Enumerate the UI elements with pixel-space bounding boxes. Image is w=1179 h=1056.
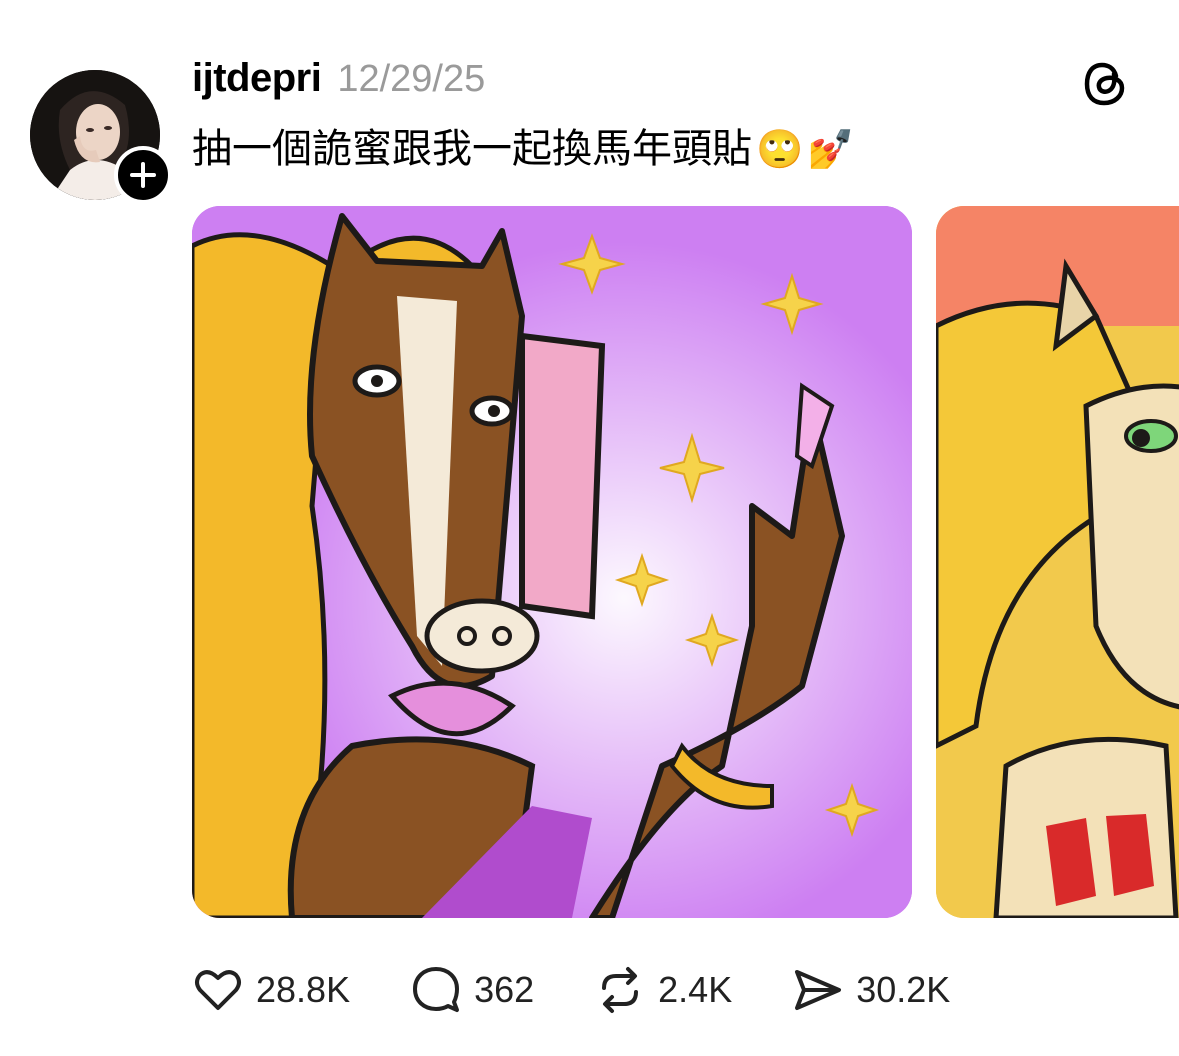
repost-icon — [602, 967, 639, 1013]
horse-illustration-1 — [192, 206, 912, 918]
share-count: 30.2K — [856, 969, 951, 1010]
share-button[interactable]: 30.2K — [792, 964, 950, 1016]
repost-count: 2.4K — [658, 969, 733, 1010]
heart-icon — [195, 970, 241, 1010]
repost-button[interactable]: 2.4K — [594, 964, 732, 1016]
send-icon — [795, 970, 842, 1010]
post-header: ijtdepri 12/29/25 — [192, 56, 485, 106]
like-button[interactable]: 28.8K — [192, 964, 350, 1016]
horse-illustration-2 — [936, 206, 1179, 918]
plus-icon — [130, 162, 156, 188]
username[interactable]: ijtdepri — [192, 56, 322, 101]
comment-icon — [413, 967, 460, 1012]
like-count: 28.8K — [256, 969, 351, 1010]
nail-polish-emoji: 💅 — [807, 129, 855, 171]
media-image-1[interactable] — [192, 206, 912, 918]
reply-count: 362 — [474, 969, 535, 1010]
follow-button[interactable] — [114, 146, 172, 204]
media-image-2[interactable] — [936, 206, 1179, 918]
post-timestamp: 12/29/25 — [337, 58, 486, 100]
post-caption: 抽一個詭蜜跟我一起換馬年頭貼 🙄 💅 — [192, 122, 855, 177]
caption-text: 抽一個詭蜜跟我一起換馬年頭貼 — [192, 127, 752, 171]
post-actions: 28.8K 362 2.4K 30.2K — [192, 960, 1010, 1020]
threads-logo-icon[interactable] — [1080, 58, 1132, 110]
media-carousel[interactable] — [192, 206, 1179, 918]
eye-roll-emoji: 🙄 — [756, 129, 804, 171]
reply-button[interactable]: 362 — [410, 964, 534, 1016]
